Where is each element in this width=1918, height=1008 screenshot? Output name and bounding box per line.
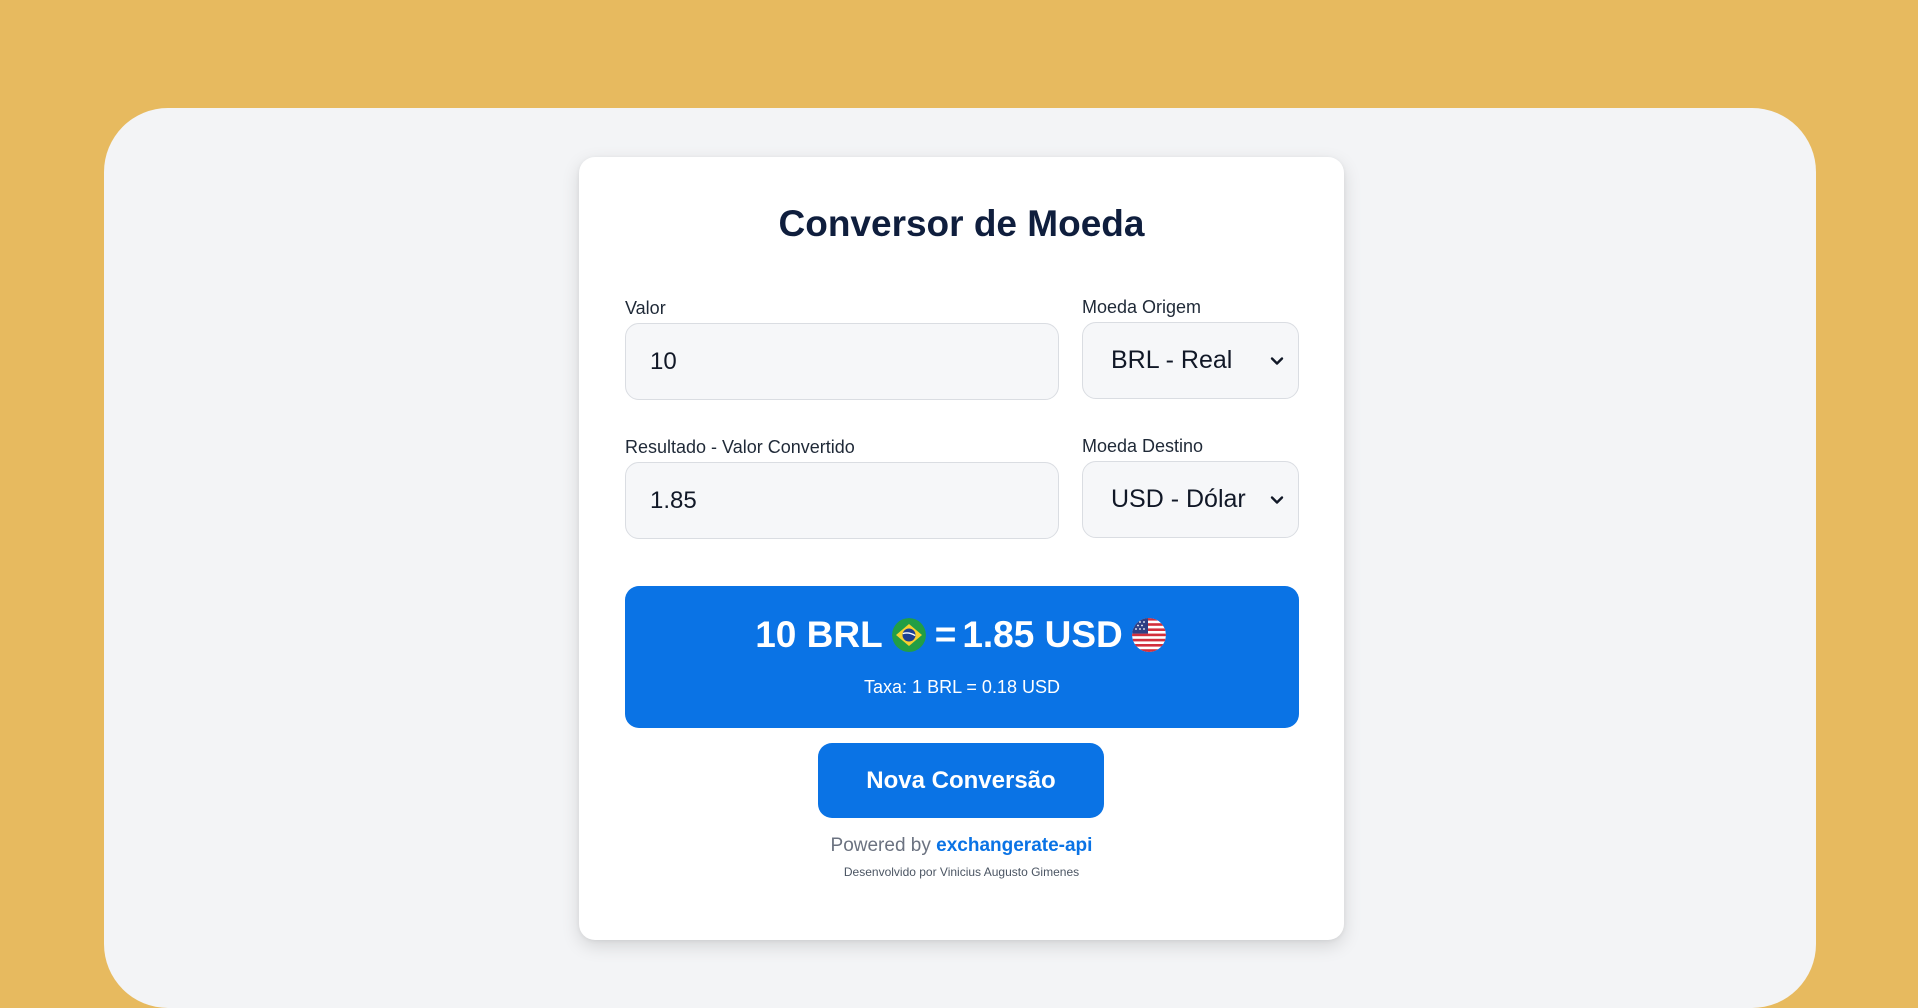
to-currency-label: Moeda Destino: [1082, 436, 1204, 456]
to-currency-value: USD - Dólar: [1111, 485, 1246, 513]
exchangerate-api-link[interactable]: exchangerate-api: [936, 835, 1092, 856]
from-currency-label: Moeda Origem: [1082, 297, 1202, 317]
chevron-down-icon: [1270, 495, 1284, 504]
developer-credit: Desenvolvido por Vinicius Augusto Gimene…: [843, 865, 1080, 879]
result-input-value: 1.85: [650, 486, 697, 514]
conversion-result-line: 10 BRL = 1.85 USD: [625, 616, 1299, 653]
amount-label: Valor: [625, 298, 666, 318]
powered-by-prefix: Powered by: [830, 835, 937, 856]
from-currency-select[interactable]: BRL - Real: [1082, 322, 1299, 399]
usa-flag-icon: [1131, 617, 1166, 652]
equals-sign: =: [934, 614, 957, 655]
new-conversion-button[interactable]: Nova Conversão: [818, 743, 1104, 818]
exchange-rate-text: Taxa: 1 BRL = 0.18 USD: [864, 677, 1060, 697]
powered-by: Powered by exchangerate-api: [579, 835, 1344, 858]
result-label: Resultado - Valor Convertido: [625, 437, 855, 457]
converter-card: Conversor de Moeda Valor 10 Moeda Origem…: [579, 157, 1344, 940]
amount-input[interactable]: 10: [625, 323, 1059, 400]
amount-input-value: 10: [650, 347, 677, 375]
page-title: Conversor de Moeda: [778, 203, 1145, 244]
result-input[interactable]: 1.85: [625, 462, 1059, 539]
from-currency-value: BRL - Real: [1111, 346, 1233, 374]
chevron-down-icon: [1270, 356, 1284, 365]
brazil-flag-icon: [891, 617, 926, 652]
converted-amount: 1.85 USD: [962, 614, 1123, 655]
conversion-result-box: 10 BRL = 1.85 USD Taxa: 1 BRL = 0.18 USD: [625, 586, 1299, 728]
source-amount: 10 BRL: [755, 614, 883, 655]
to-currency-select[interactable]: USD - Dólar: [1082, 461, 1299, 538]
